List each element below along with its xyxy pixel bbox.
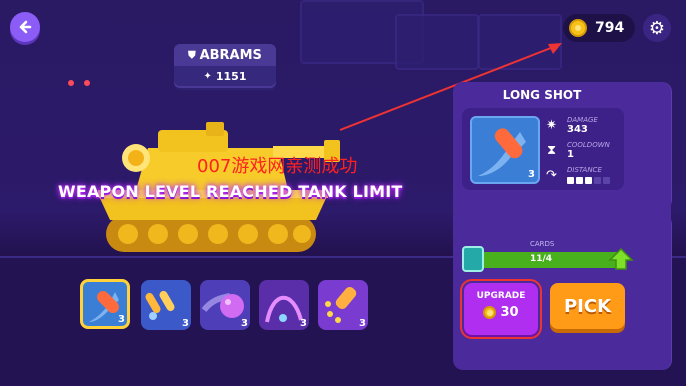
weapon-slot-plasma-ball[interactable]: 3 (200, 280, 250, 330)
shield-icon: ⛊ (188, 49, 196, 61)
weapon-level: 3 (359, 318, 366, 329)
cards-count: 11/4 (530, 254, 553, 264)
settings-button[interactable]: ⚙ (643, 14, 671, 42)
stat-label: DISTANCE (567, 166, 602, 174)
robot-eyes (68, 80, 96, 90)
cards-label: CARDS (530, 240, 555, 248)
back-button[interactable] (10, 12, 40, 42)
power-icon: ✦ (203, 70, 212, 82)
stat-value: 343 (567, 124, 588, 135)
stat-label: COOLDOWN (567, 141, 610, 149)
gear-icon: ⚙ (648, 17, 666, 39)
weapon-image: 3 (470, 116, 540, 184)
stat-damage: ✷ DAMAGE 343 (546, 116, 626, 138)
weapon-level: 3 (182, 318, 189, 329)
hourglass-icon: ⧗ (547, 143, 557, 158)
upgrade-arrow-icon (608, 247, 634, 270)
tank-name: ABRAMS (199, 47, 262, 63)
coin-balance[interactable]: 794 (563, 14, 635, 42)
weapon-slot-arc-shot[interactable]: 3 (259, 280, 309, 330)
upgrade-button[interactable]: UPGRADE 30 (460, 279, 542, 339)
coin-count: 794 (595, 20, 625, 36)
distance-pips (567, 177, 610, 184)
stat-distance: ↷ DISTANCE (546, 166, 626, 188)
distance-pip (603, 177, 610, 184)
stat-cooldown: ⧗ COOLDOWN 1 (546, 141, 626, 163)
tank-power: 1151 (215, 69, 247, 83)
distance-pip (594, 177, 601, 184)
weapon-level: 3 (118, 314, 125, 325)
upgrade-cost-value: 30 (500, 305, 519, 320)
back-arrow-icon (19, 20, 32, 34)
card-icon (462, 246, 484, 272)
weapon-title: LONG SHOT (502, 88, 582, 102)
distance-pip (576, 177, 583, 184)
weapon-slot-long-shot[interactable]: 3 (80, 279, 130, 329)
weapon-level: 3 (241, 318, 248, 329)
distance-pip (567, 177, 574, 184)
limit-message: WEAPON LEVEL REACHED TANK LIMIT (58, 182, 403, 201)
upgrade-label: UPGRADE (476, 291, 526, 301)
pick-button[interactable]: PICK (550, 283, 625, 329)
watermark-text: 007游戏网亲测成功 (197, 156, 358, 177)
tank-name-badge: ⛊ ABRAMS ✦ 1151 (174, 44, 276, 88)
distance-icon: ↷ (546, 168, 557, 183)
weapon-slot-cluster-bomb[interactable]: 3 (318, 280, 368, 330)
coin-icon (569, 19, 587, 37)
weapon-slot-missiles[interactable]: 3 (141, 280, 191, 330)
stat-value: 1 (567, 149, 574, 160)
distance-pip (585, 177, 592, 184)
damage-icon: ✷ (546, 118, 557, 133)
coin-icon (483, 306, 497, 319)
weapon-level: 3 (300, 318, 307, 329)
upgrade-cost: 30 (464, 305, 538, 320)
weapon-image-level: 3 (528, 169, 535, 180)
stat-label: DAMAGE (567, 116, 598, 124)
